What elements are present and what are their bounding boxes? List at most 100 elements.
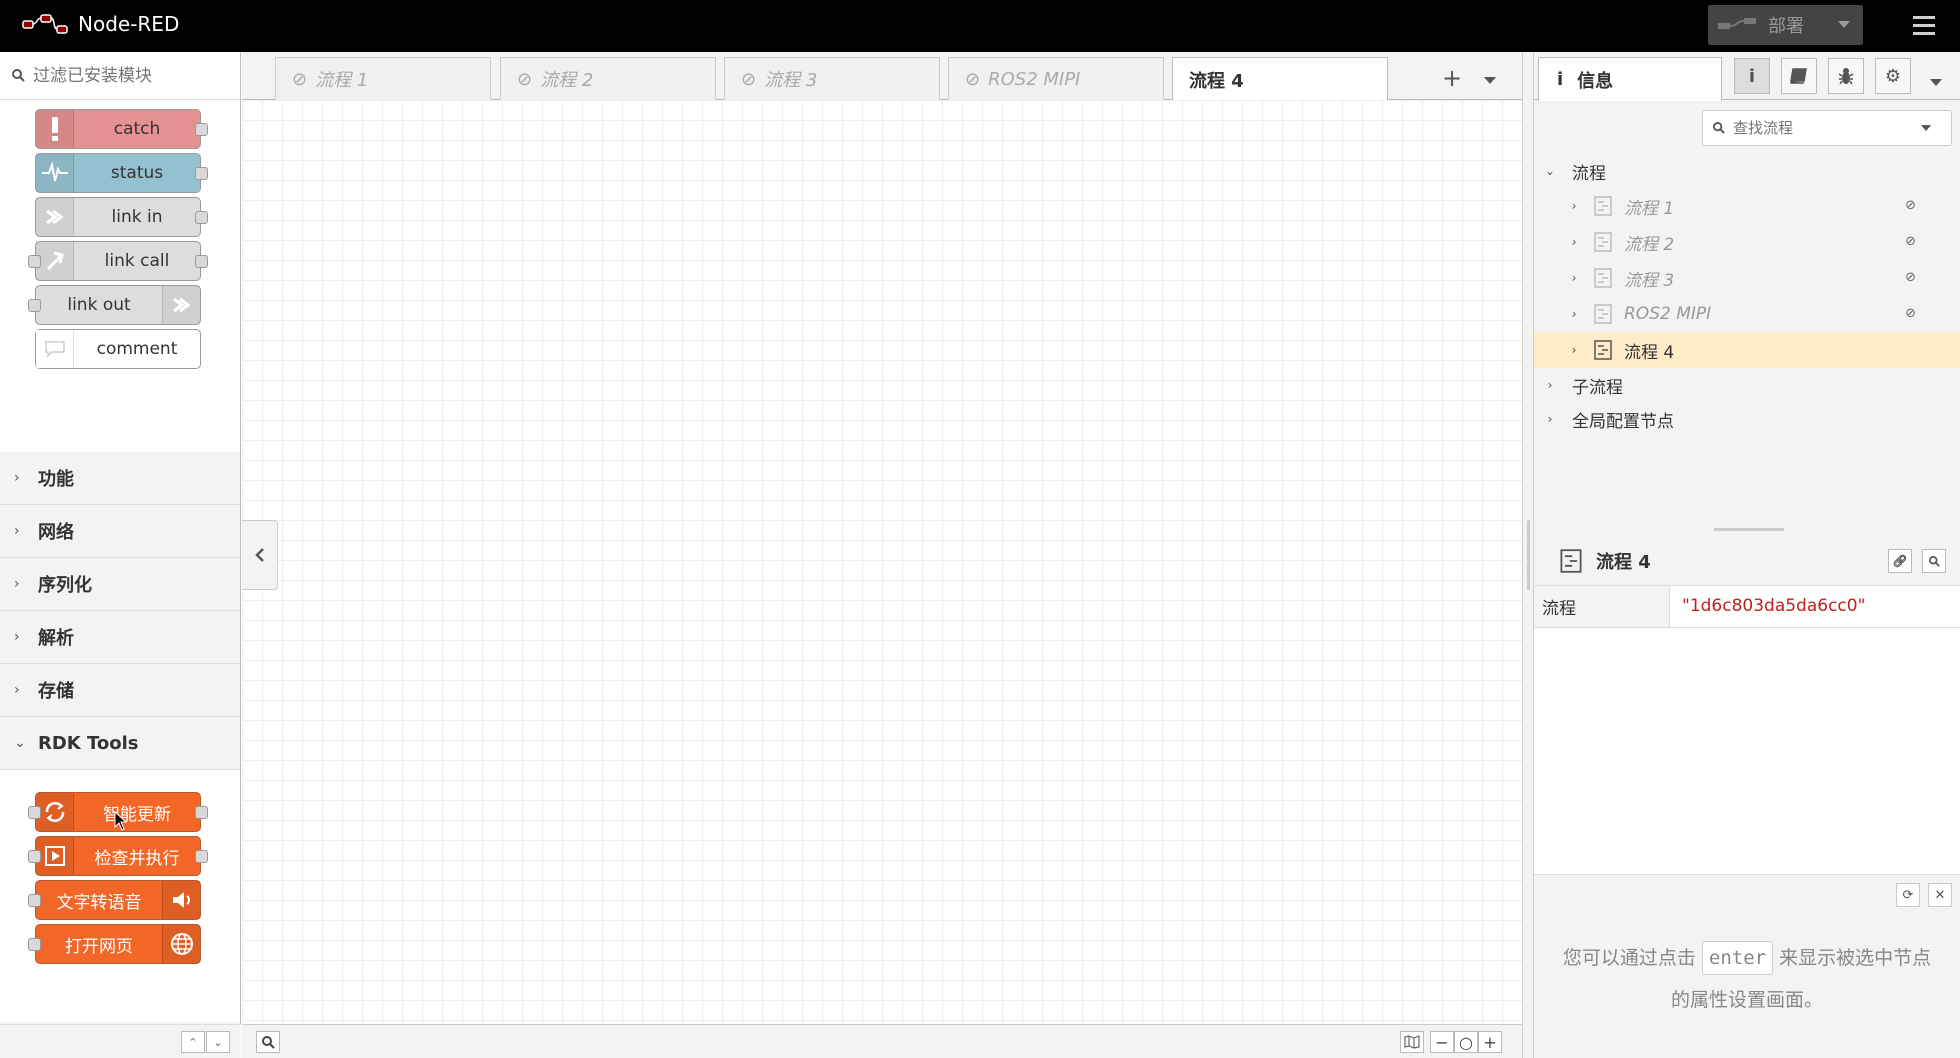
output-port — [195, 850, 208, 863]
tab-list-menu-button[interactable] — [1484, 70, 1496, 89]
palette-category-rdk-tools[interactable]: ⌄ RDK Tools — [0, 717, 240, 770]
sidebar-panel-divider[interactable] — [1534, 524, 1960, 536]
plus-icon: + — [1441, 64, 1463, 92]
navigator-button[interactable] — [1400, 1031, 1424, 1053]
palette-node-catch[interactable]: catch — [35, 109, 208, 149]
tab-flow-1[interactable]: ⊘ 流程 1 — [275, 57, 491, 100]
tree-item-flow-4[interactable]: › 流程 4 — [1534, 332, 1960, 368]
workspace: ⊘ 流程 1 ⊘ 流程 2 ⊘ 流程 3 ⊘ ROS2 MIPI 流程 4 + — [242, 52, 1522, 1058]
tab-label: 流程 3 — [764, 70, 818, 91]
close-tips-button[interactable]: ✕ — [1928, 883, 1952, 907]
tree-item-flow-2[interactable]: › 流程 2 ⊘ — [1534, 224, 1960, 260]
palette-footer: ⌃ ⌄ — [0, 1024, 241, 1058]
sidebar: i 信息 i ⚙ ⌄ 流程 › 流程 1 ⊘ — [1534, 52, 1960, 1058]
chevron-right-icon: › — [1547, 378, 1553, 392]
workspace-footer: − ○ + — [242, 1024, 1522, 1058]
node-label: 智能更新 — [103, 804, 171, 825]
palette-category-parser[interactable]: › 解析 — [0, 611, 240, 664]
plus-icon: + — [1483, 1032, 1497, 1052]
palette-node-link-in[interactable]: link in — [35, 197, 208, 237]
property-key: 流程 — [1534, 586, 1670, 627]
main-menu-button[interactable] — [1906, 8, 1942, 42]
zoom-out-button[interactable]: − — [1430, 1031, 1454, 1053]
category-label: RDK Tools — [38, 732, 139, 754]
next-tip-button[interactable]: ⟳ — [1896, 883, 1920, 907]
expand-all-button[interactable]: ⌄ — [206, 1031, 230, 1053]
palette-category-sequence[interactable]: › 序列化 — [0, 558, 240, 611]
sidebar-menu-caret[interactable] — [1930, 72, 1942, 91]
palette-category-function[interactable]: › 功能 — [0, 452, 240, 505]
deploy-menu-caret-icon[interactable] — [1824, 5, 1863, 45]
refresh-icon — [36, 793, 74, 831]
disabled-icon: ⊘ — [965, 68, 981, 90]
tree-item-ros2-mipi[interactable]: › ROS2 MIPI ⊘ — [1534, 296, 1960, 332]
tree-label: 流程 4 — [1624, 342, 1675, 363]
palette-search-input[interactable] — [33, 65, 233, 86]
chevron-right-icon: › — [1547, 412, 1553, 426]
deploy-button[interactable]: 部署 — [1708, 5, 1863, 45]
caret-down-icon[interactable] — [1921, 124, 1931, 132]
header-bar: Node-RED 部署 — [0, 0, 1960, 52]
chevron-double-up-icon: ⌃ — [188, 1035, 198, 1049]
tab-ros2-mipi[interactable]: ⊘ ROS2 MIPI — [948, 57, 1164, 100]
link-out-icon — [162, 286, 200, 324]
sidebar-debug-button[interactable] — [1828, 58, 1864, 94]
flow-search-input[interactable] — [1733, 119, 1913, 137]
sidebar-splitter[interactable] — [1522, 52, 1534, 1058]
flow-canvas[interactable] — [242, 100, 1522, 1024]
mouse-cursor-icon — [114, 811, 128, 831]
tree-item-flow-3[interactable]: › 流程 3 ⊘ — [1534, 260, 1960, 296]
add-tab-button[interactable]: + — [1440, 64, 1464, 92]
chevron-right-icon: › — [14, 523, 20, 539]
sidebar-info-button[interactable]: i — [1734, 58, 1770, 94]
palette-node-text-to-speech[interactable]: 文字转语音 — [28, 880, 201, 920]
output-port — [195, 167, 208, 180]
palette-node-smart-update[interactable]: 智能更新 — [28, 792, 208, 832]
palette-category-network[interactable]: › 网络 — [0, 505, 240, 558]
sidebar-help-button[interactable] — [1781, 58, 1817, 94]
node-red-logo-icon — [22, 14, 68, 34]
input-port — [28, 255, 41, 268]
tree-item-flow-1[interactable]: › 流程 1 ⊘ — [1534, 188, 1960, 224]
search-node-button[interactable] — [1922, 549, 1946, 573]
output-port — [195, 123, 208, 136]
tree-root-flows[interactable]: ⌄ 流程 — [1534, 154, 1960, 188]
sidebar-tab-info[interactable]: i 信息 — [1538, 57, 1722, 101]
palette: catch status link in link call — [0, 52, 241, 1058]
tab-flow-2[interactable]: ⊘ 流程 2 — [500, 57, 716, 100]
copy-link-button[interactable]: 🔗︎ — [1888, 549, 1912, 573]
minus-icon: − — [1435, 1032, 1449, 1052]
palette-node-link-out[interactable]: link out — [28, 285, 201, 325]
divider-grip — [1714, 528, 1784, 531]
palette-node-status[interactable]: status — [35, 153, 208, 193]
palette-node-link-call[interactable]: link call — [28, 241, 208, 281]
disabled-icon: ⊘ — [1905, 198, 1916, 213]
zoom-in-button[interactable]: + — [1478, 1031, 1502, 1053]
sidebar-config-button[interactable]: ⚙ — [1875, 58, 1911, 94]
search-icon — [1713, 122, 1725, 134]
zoom-reset-button[interactable]: ○ — [1454, 1031, 1478, 1053]
palette-node-comment[interactable]: comment — [35, 329, 201, 369]
search-flows-button[interactable] — [256, 1031, 280, 1053]
tab-flow-3[interactable]: ⊘ 流程 3 — [724, 57, 940, 100]
chevron-down-icon: ⌄ — [14, 735, 26, 751]
palette-category-storage[interactable]: › 存储 — [0, 664, 240, 717]
palette-toggle-button[interactable] — [242, 520, 278, 590]
map-icon — [1404, 1035, 1420, 1049]
tab-flow-4[interactable]: 流程 4 — [1172, 57, 1388, 101]
tree-root-subflows[interactable]: › 子流程 — [1534, 368, 1960, 402]
search-icon — [1928, 555, 1940, 567]
tree-root-config-nodes[interactable]: › 全局配置节点 — [1534, 402, 1960, 436]
gear-icon: ⚙ — [1884, 65, 1902, 87]
chevron-right-icon: › — [1571, 271, 1577, 285]
palette-node-check-and-run[interactable]: 检查并执行 — [28, 836, 208, 876]
collapse-all-button[interactable]: ⌃ — [181, 1031, 205, 1053]
globe-icon — [162, 925, 200, 963]
palette-node-open-webpage[interactable]: 打开网页 — [28, 924, 201, 964]
node-label: status — [110, 163, 164, 183]
flow-search — [1702, 110, 1952, 146]
info-title: 流程 4 — [1596, 551, 1651, 573]
node-label: link call — [104, 251, 170, 271]
category-label: 功能 — [38, 469, 74, 490]
link-call-icon — [36, 242, 74, 280]
